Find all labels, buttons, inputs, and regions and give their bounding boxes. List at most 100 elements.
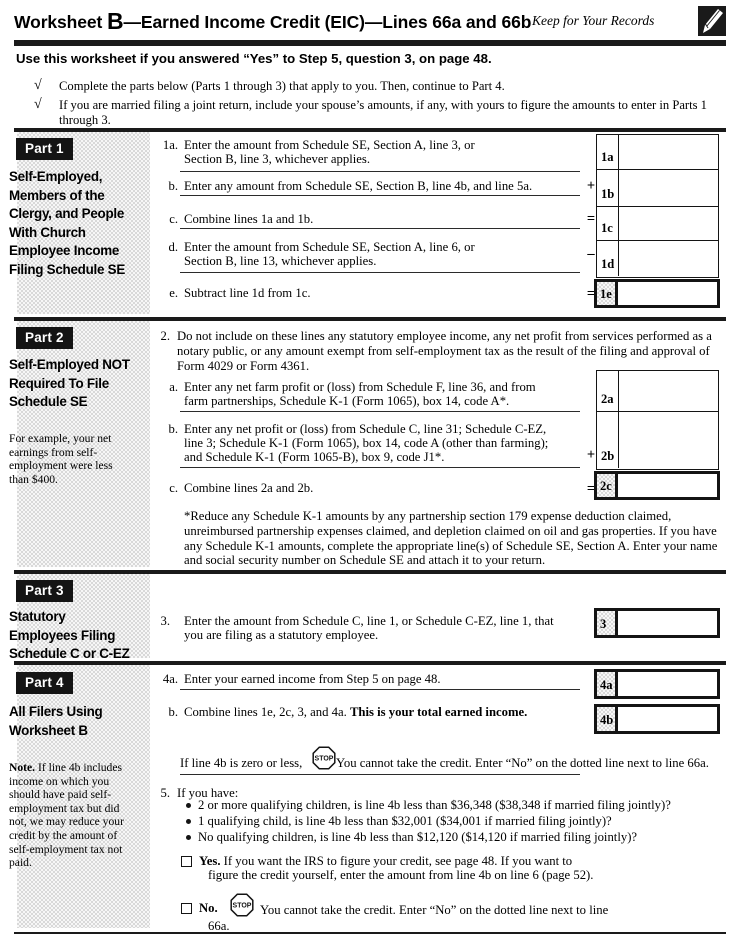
- page-title: Worksheet B—Earned Income Credit (EIC)—L…: [14, 8, 531, 35]
- line-5-number: 5.: [160, 786, 170, 800]
- line-2b-number: b.: [168, 422, 178, 436]
- part2-footnote: *Reduce any Schedule K-1 amounts by any …: [184, 509, 718, 568]
- line-4b-number: b.: [168, 705, 178, 719]
- amount-label-1e: 1e: [597, 282, 618, 305]
- amount-box-2c[interactable]: 2c: [594, 471, 720, 500]
- no-text-1: You cannot take the credit. Enter “No” o…: [260, 903, 609, 917]
- amount-box-4b[interactable]: 4b: [594, 704, 720, 734]
- amount-label-1d: 1d: [597, 241, 619, 276]
- amount-box-1e[interactable]: 1e: [594, 279, 720, 308]
- part1-heading: Self-Employed, Members of the Clergy, an…: [9, 169, 126, 277]
- line-2b-rule: [180, 467, 580, 468]
- bullet-dot-3: [186, 835, 191, 840]
- part4-heading: All Filers Using Worksheet B: [9, 704, 103, 738]
- line-1d-number: d.: [168, 240, 178, 254]
- line-1a-text-1: Enter the amount from Schedule SE, Secti…: [184, 138, 475, 152]
- amount-label-3: 3: [597, 611, 618, 635]
- line-1a-rule: [180, 171, 580, 172]
- line-4a-text: Enter your earned income from Step 5 on …: [184, 672, 441, 686]
- stop-text-2: STOP: [233, 902, 252, 909]
- amount-row-1a[interactable]: 1a: [597, 135, 718, 169]
- part2-heading: Self-Employed NOT Required To File Sched…: [9, 357, 130, 410]
- amount-label-1b: 1b: [597, 170, 619, 206]
- line-2b-text-3: and Schedule K-1 (Form 1065-B), box 9, c…: [184, 450, 445, 464]
- worksheet-b-page: Worksheet B—Earned Income Credit (EIC)—L…: [0, 0, 740, 938]
- part4-tag: Part 4: [16, 672, 73, 694]
- amount-label-1c: 1c: [597, 207, 619, 240]
- zero-or-less-rule: [180, 774, 580, 775]
- amount-label-2c: 2c: [597, 474, 618, 497]
- amount-row-2a[interactable]: 2a: [597, 371, 718, 411]
- bullet-dot-1: [186, 803, 191, 808]
- line-3-text-1: Enter the amount from Schedule C, line 1…: [184, 614, 554, 628]
- amount-label-2b: 2b: [597, 412, 619, 468]
- stop-sign-icon-2: STOP: [230, 893, 254, 922]
- line-3-number: 3.: [160, 614, 170, 628]
- yes-checkbox[interactable]: [181, 856, 192, 867]
- amount-row-1b[interactable]: 1b: [597, 169, 718, 206]
- yes-text-2: figure the credit yourself, enter the am…: [208, 868, 594, 882]
- line-4b-text-pre: Combine lines 1e, 2c, 3, and 4a.: [184, 705, 350, 719]
- intro-item-2: If you are married filing a joint return…: [59, 98, 707, 127]
- part3-heading: Statutory Employees Filing Schedule C or…: [9, 609, 130, 662]
- line-1b-text: Enter any amount from Schedule SE, Secti…: [184, 179, 533, 193]
- part4-note-label: Note.: [9, 761, 36, 774]
- bullet-dot-2: [186, 819, 191, 824]
- line-5-bullet-1: 2 or more qualifying children, is line 4…: [198, 798, 671, 812]
- line-1c-number: c.: [169, 212, 178, 226]
- line-2-number: 2.: [160, 329, 170, 343]
- line-4a-rule: [180, 689, 580, 690]
- part3-tag: Part 3: [16, 580, 73, 602]
- stop-text-1: STOP: [315, 755, 334, 762]
- stop-octagon-svg-1: STOP: [312, 746, 336, 770]
- line-2a-text-1: Enter any net farm profit or (loss) from…: [184, 380, 536, 394]
- line-1e-text: Subtract line 1d from 1c.: [184, 286, 311, 300]
- line-4b-text-bold: This is your total earned income.: [349, 705, 528, 719]
- amount-row-2b[interactable]: 2b: [597, 411, 718, 468]
- line-2a-number: a.: [169, 380, 178, 394]
- bottom-rule: [14, 932, 726, 934]
- amount-label-4b: 4b: [597, 707, 618, 731]
- amount-row-1c[interactable]: 1c: [597, 206, 718, 240]
- title-suffix: —Earned Income Credit (EIC)—Lines 66a an…: [123, 12, 532, 32]
- line-1d-rule: [180, 272, 580, 273]
- line-1b-rule: [180, 195, 580, 196]
- header-rule: [14, 40, 726, 46]
- worksheet-header: Worksheet B—Earned Income Credit (EIC)—L…: [14, 6, 726, 40]
- yes-label: Yes.: [199, 854, 221, 868]
- line-4b-text: Combine lines 1e, 2c, 3, and 4a. This is…: [184, 705, 604, 720]
- part1-amount-boxgroup: 1a 1b 1c 1d: [596, 134, 719, 278]
- line-2c-number: c.: [169, 481, 178, 495]
- part4-note-text: If line 4b includes income on which you …: [9, 761, 124, 870]
- title-prefix: Worksheet: [14, 12, 108, 32]
- line-1d-text-1: Enter the amount from Schedule SE, Secti…: [184, 240, 475, 254]
- title-letter-b: B: [107, 8, 124, 34]
- line-1d-text-2: Section B, line 13, whichever applies.: [184, 254, 377, 268]
- amount-label-2a: 2a: [597, 371, 619, 411]
- part2-note: For example, your net earnings from self…: [9, 432, 113, 486]
- line-2-text: Do not include on these lines any statut…: [177, 329, 712, 373]
- line-2b-text-2: line 3; Schedule K-1 (Form 1065), box 14…: [184, 436, 549, 450]
- amount-label-4a: 4a: [597, 672, 618, 696]
- line-2a-text-2: farm partnerships, Schedule K-1 (Form 10…: [184, 394, 510, 408]
- checkmark-icon-1: √: [34, 78, 42, 93]
- intro-heading: Use this worksheet if you answered “Yes”…: [16, 51, 492, 66]
- yes-text-1: If you want the IRS to figure your credi…: [223, 854, 573, 868]
- stop-octagon-svg-2: STOP: [230, 893, 254, 917]
- zero-or-less-text-pre: If line 4b is zero or less,: [180, 756, 303, 770]
- amount-label-1a: 1a: [597, 135, 619, 169]
- part4-note: Note. If line 4b includes income on whic…: [9, 761, 131, 870]
- line-2a-rule: [180, 411, 580, 412]
- keep-for-records-note: Keep for Your Records: [532, 13, 655, 28]
- pencil-records-icon: [697, 6, 726, 36]
- amount-box-4a[interactable]: 4a: [594, 669, 720, 699]
- no-checkbox[interactable]: [181, 903, 192, 914]
- line-2c-text: Combine lines 2a and 2b.: [184, 481, 314, 495]
- part1-tag: Part 1: [16, 138, 73, 160]
- checkmark-icon-2: √: [34, 97, 42, 112]
- zero-or-less-text-post: You cannot take the credit. Enter “No” o…: [336, 756, 709, 770]
- amount-row-1d[interactable]: 1d: [597, 240, 718, 276]
- amount-box-3[interactable]: 3: [594, 608, 720, 638]
- line-1c-rule: [180, 228, 580, 229]
- yes-line-1: Yes. If you want the IRS to figure your …: [199, 854, 619, 869]
